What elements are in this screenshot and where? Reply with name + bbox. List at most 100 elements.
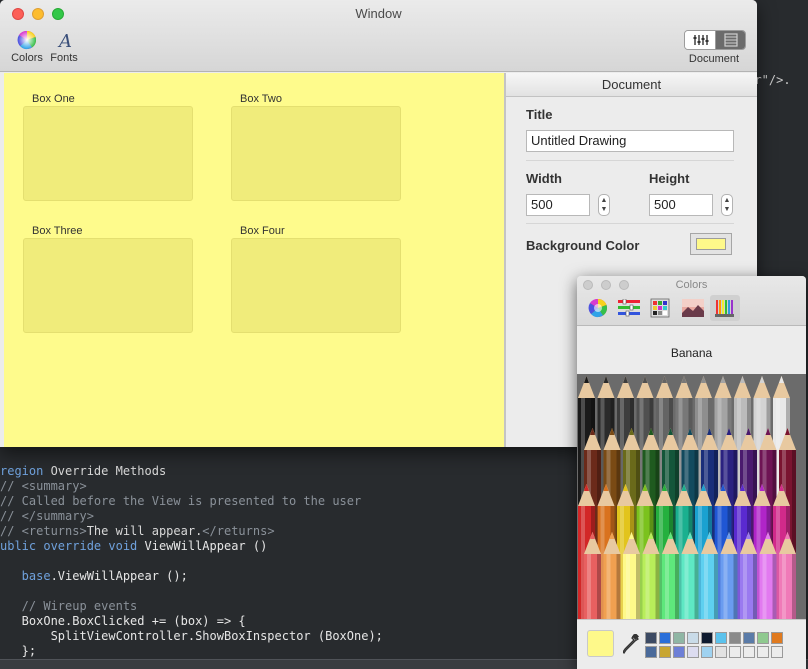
color-wheel-icon [17, 30, 37, 50]
code-token: BoxOne.BoxClicked += (box) => { [0, 614, 246, 628]
color-swatch[interactable] [757, 632, 769, 644]
window-toolbar: Window Colors A Fonts Document [0, 0, 757, 72]
code-token: // Wireup events [0, 599, 138, 613]
toolbar-document-label: Document [688, 53, 740, 65]
color-swatch[interactable] [757, 646, 769, 658]
width-stepper[interactable]: ▲ ▼ [598, 194, 610, 216]
color-swatch[interactable] [701, 646, 713, 658]
color-wheel-icon [588, 298, 608, 318]
box-three-label: Box Three [32, 225, 83, 237]
code-line: }; [0, 644, 36, 659]
color-swatch[interactable] [771, 646, 783, 658]
height-field[interactable]: 500 [649, 194, 713, 216]
code-line: // </summary> [0, 509, 94, 524]
image-palette-icon [682, 299, 704, 317]
color-palettes-tab[interactable] [645, 295, 675, 321]
selected-color-name: Banana [670, 346, 713, 360]
code-line: region Override Methods [0, 464, 166, 479]
color-swatch[interactable] [729, 646, 741, 658]
box-one[interactable] [23, 106, 193, 201]
color-swatch[interactable] [701, 632, 713, 644]
color-well-swatch [696, 238, 726, 250]
height-label: Height [649, 171, 690, 186]
inspector-header: Document [506, 73, 757, 97]
color-swatch[interactable] [645, 646, 657, 658]
color-swatch[interactable] [687, 632, 699, 644]
color-swatch[interactable] [743, 646, 755, 658]
color-swatch[interactable] [659, 632, 671, 644]
current-color-well[interactable] [587, 630, 614, 657]
box-one-label: Box One [32, 93, 75, 105]
height-stepper[interactable]: ▲ ▼ [721, 194, 733, 216]
separator [526, 223, 734, 224]
toolbar-fonts-button[interactable]: A Fonts [48, 30, 80, 64]
pencils-tab[interactable] [710, 295, 740, 321]
colors-panel-toolbar: Colors [577, 276, 806, 326]
drawing-canvas[interactable]: Box One Box Two Box Three Box Four [4, 73, 504, 447]
code-token: ViewWillAppear () [144, 539, 268, 553]
box-two[interactable] [231, 106, 401, 201]
palette-icon [650, 298, 670, 318]
color-swatch[interactable] [659, 646, 671, 658]
code-line: SplitViewController.ShowBoxInspector (Bo… [0, 629, 383, 644]
colors-panel-title: Colors [675, 279, 708, 291]
color-swatch[interactable] [771, 632, 783, 644]
background-color-label: Background Color [526, 238, 640, 253]
colors-panel-footer [577, 619, 806, 669]
image-palettes-tab[interactable] [678, 295, 708, 321]
sidebar-icon [724, 33, 738, 47]
code-line: // <returns>The will appear.</returns> [0, 524, 275, 539]
code-line: ublic override void ViewWillAppear () [0, 539, 267, 554]
code-token: SplitViewController.ShowBoxInspector (Bo… [0, 629, 383, 643]
box-four-label: Box Four [240, 225, 285, 237]
code-token: base [0, 569, 51, 583]
font-icon: A [57, 31, 72, 50]
color-sliders-tab[interactable] [614, 295, 644, 321]
title-label: Title [526, 107, 553, 122]
code-token: }; [0, 644, 37, 658]
toolbar-colors-button[interactable]: Colors [10, 30, 44, 64]
toolbar-fonts-label: Fonts [50, 52, 78, 64]
width-label: Width [526, 171, 562, 186]
code-token: .ViewWillAppear (); [50, 569, 188, 583]
code-line: // <summary> [0, 479, 87, 494]
sliders-icon [618, 299, 640, 317]
separator [526, 160, 734, 161]
sidebar-segment[interactable] [716, 31, 745, 49]
color-swatch[interactable] [715, 646, 727, 658]
title-field[interactable]: Untitled Drawing [526, 130, 734, 152]
pencil-grid[interactable] [577, 374, 806, 619]
code-token: // <returns> [0, 524, 87, 538]
code-token: // Called before the View is presented t… [0, 494, 362, 508]
eyedropper-icon[interactable] [623, 634, 639, 654]
code-token: ublic override void [0, 539, 145, 553]
code-line: base.ViewWillAppear (); [0, 569, 188, 584]
box-four[interactable] [231, 238, 401, 333]
code-token: // <summary> [0, 479, 87, 493]
color-swatch[interactable] [687, 646, 699, 658]
color-wheel-tab[interactable] [583, 295, 613, 321]
pencil-box[interactable] [577, 374, 806, 619]
sliders-icon [693, 35, 709, 45]
color-swatch[interactable] [729, 632, 741, 644]
color-swatch[interactable] [743, 632, 755, 644]
code-line: BoxOne.BoxClicked += (box) => { [0, 614, 246, 629]
color-swatch[interactable] [715, 632, 727, 644]
code-token: </returns> [202, 524, 275, 538]
code-token: region [0, 464, 51, 478]
toolbar-document-toggle[interactable]: Document [684, 30, 746, 65]
code-token: Override Methods [50, 464, 167, 478]
segmented-control[interactable] [684, 30, 746, 50]
background-color-well[interactable] [690, 233, 732, 255]
pencils-icon [715, 300, 734, 317]
color-swatch[interactable] [673, 646, 685, 658]
code-token: The will appear. [86, 524, 203, 538]
color-swatch[interactable] [673, 632, 685, 644]
svg-text:A: A [57, 31, 72, 50]
color-swatch[interactable] [645, 632, 657, 644]
sliders-segment[interactable] [685, 31, 716, 49]
width-field[interactable]: 500 [526, 194, 590, 216]
toolbar-colors-label: Colors [11, 52, 43, 64]
box-three[interactable] [23, 238, 193, 333]
code-token: // </summary> [0, 509, 94, 523]
